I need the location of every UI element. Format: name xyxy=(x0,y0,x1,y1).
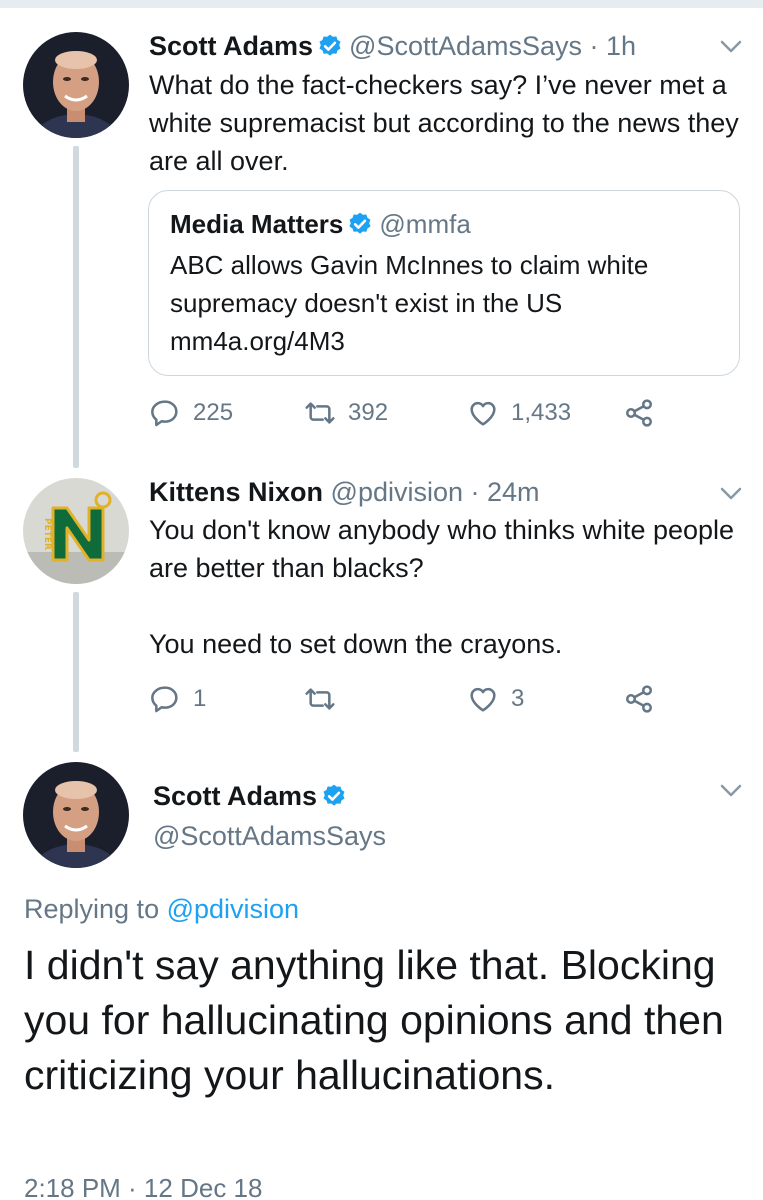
top-divider xyxy=(0,0,763,8)
chevron-down-icon[interactable] xyxy=(720,784,742,798)
like-icon xyxy=(470,401,496,426)
like-icon xyxy=(470,687,496,712)
tweet-text: I didn't say anything like that. Blockin… xyxy=(24,942,724,1098)
author-name[interactable]: Kittens Nixon xyxy=(149,477,323,507)
quoted-tweet-card[interactable]: Media Matters @mmfa ABC allows Gavin McIn… xyxy=(148,190,740,376)
share-icon xyxy=(626,685,652,713)
author-handle[interactable]: @pdivision xyxy=(331,477,463,507)
quoted-tweet-text: ABC allows Gavin McInnes to claim white … xyxy=(170,250,649,356)
tweet-actions: 225 392 1,433 xyxy=(149,397,669,433)
like-button[interactable]: 1,433 xyxy=(467,397,571,429)
quoted-author-handle: @mmfa xyxy=(379,209,471,239)
thread-line xyxy=(73,592,79,752)
author-handle[interactable]: @ScottAdamsSays xyxy=(349,31,582,61)
reply-count: 1 xyxy=(193,685,207,712)
retweet-icon xyxy=(305,402,335,424)
thread-line xyxy=(73,146,79,468)
tweet-time[interactable]: · 1h xyxy=(590,31,637,61)
author-name[interactable]: Scott Adams xyxy=(153,781,317,811)
tweet-header: Kittens Nixon @pdivision · 24m xyxy=(149,476,540,508)
share-button[interactable] xyxy=(623,683,667,715)
tweet-header: Scott Adams xyxy=(153,780,353,812)
quoted-author-name: Media Matters xyxy=(170,209,344,239)
author-name[interactable]: Scott Adams xyxy=(149,31,313,61)
chevron-down-icon[interactable] xyxy=(720,40,742,54)
avatar[interactable]: PETER xyxy=(23,478,129,584)
retweet-icon xyxy=(305,688,335,710)
avatar[interactable] xyxy=(23,32,129,138)
tweet-text: You don't know anybody who thinks white … xyxy=(149,515,735,659)
reply-icon xyxy=(151,400,178,427)
quoted-tweet-header: Media Matters @mmfa xyxy=(170,208,471,240)
reply-button[interactable]: 1 xyxy=(149,683,206,715)
author-handle[interactable]: @ScottAdamsSays xyxy=(153,820,386,852)
reply-count: 225 xyxy=(193,399,234,426)
tweet-text: What do the fact-checkers say? I’ve neve… xyxy=(149,70,739,176)
mention-link[interactable]: @pdivision xyxy=(167,894,299,924)
like-count: 3 xyxy=(511,685,525,712)
share-button[interactable] xyxy=(623,397,667,429)
tweet-timestamp[interactable]: 2:18 PM · 12 Dec 18 xyxy=(24,1172,262,1200)
verified-badge-icon xyxy=(323,784,345,806)
avatar[interactable] xyxy=(23,762,129,868)
tweet-time[interactable]: · 24m xyxy=(471,477,540,507)
reply-button[interactable]: 225 xyxy=(149,397,233,429)
tweet-actions: 1 3 xyxy=(149,683,669,719)
avatar-text: PETER xyxy=(42,518,52,550)
like-count: 1,433 xyxy=(511,399,572,426)
tweet-header: Scott Adams @ScottAdamsSays · 1h xyxy=(149,30,636,62)
like-button[interactable]: 3 xyxy=(467,683,524,715)
replying-to: Replying to @pdivision xyxy=(24,893,299,925)
share-icon xyxy=(626,399,652,427)
verified-badge-icon xyxy=(319,34,341,56)
retweet-count: 392 xyxy=(348,399,389,426)
reply-icon xyxy=(151,686,178,713)
chevron-down-icon[interactable] xyxy=(720,487,742,501)
replying-label: Replying to xyxy=(24,894,167,924)
verified-badge-icon xyxy=(349,212,371,234)
retweet-button[interactable]: 392 xyxy=(304,397,388,429)
retweet-button[interactable] xyxy=(304,683,348,715)
